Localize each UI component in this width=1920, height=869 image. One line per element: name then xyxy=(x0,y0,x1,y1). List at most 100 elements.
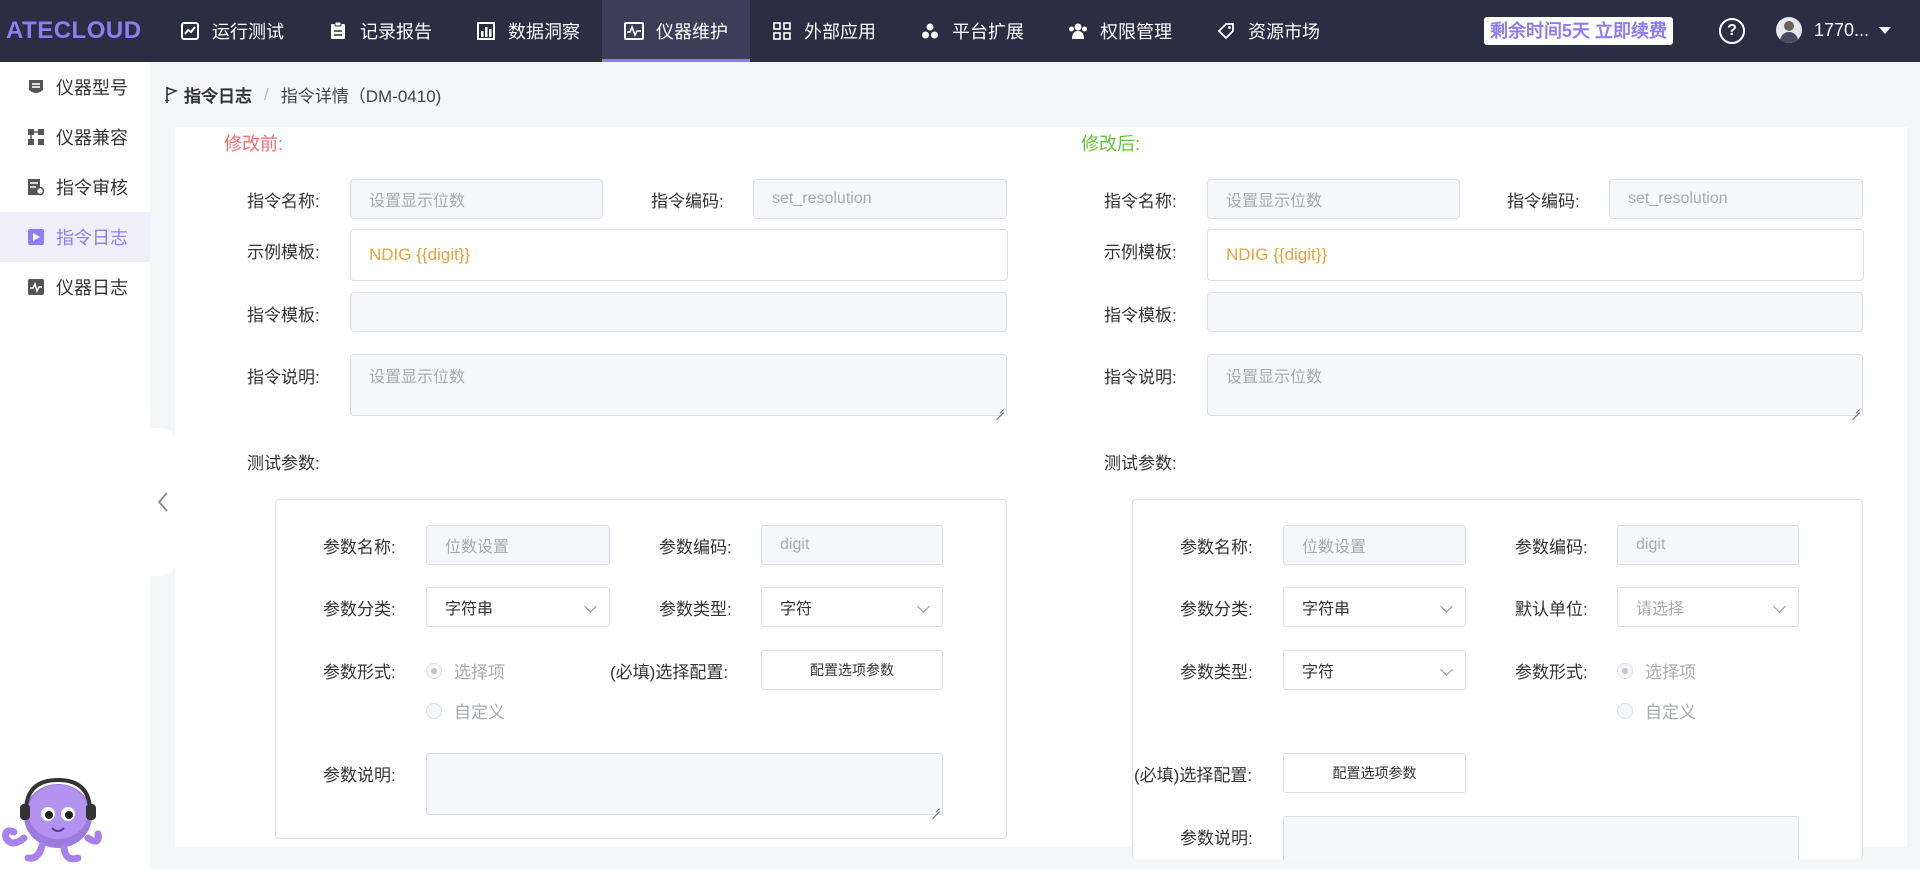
before-config-options-button[interactable]: 配置选项参数 xyxy=(761,650,943,690)
before-code-field[interactable]: set_resolution xyxy=(753,179,1007,219)
tag-icon xyxy=(1216,21,1236,41)
sidebar-item-label: 指令日志 xyxy=(56,228,128,248)
before-template-label: 指令模板: xyxy=(247,306,320,325)
after-example-field[interactable]: NDIG {{digit}} xyxy=(1207,229,1864,281)
after-param-config-label: (必填)选择配置: xyxy=(1134,766,1253,785)
before-template-field[interactable] xyxy=(350,292,1007,332)
chevron-down-icon xyxy=(1773,600,1786,613)
nav-item-platform[interactable]: 平台扩展 xyxy=(898,0,1046,62)
main-nav: 运行测试 记录报告 数据洞察 仪器维护 外部应用 平台扩展 权限管理 资源市场 xyxy=(158,0,1342,62)
after-param-type-select[interactable]: 字符 xyxy=(1283,650,1466,690)
after-param-type-label: 参数类型: xyxy=(1180,663,1253,682)
before-radio-option-select[interactable]: 选择项 xyxy=(426,658,505,683)
before-param-type-label: 参数类型: xyxy=(659,600,732,619)
before-example-field[interactable]: NDIG {{digit}} xyxy=(350,229,1008,281)
after-param-name-field[interactable]: 位数设置 xyxy=(1283,525,1466,565)
top-navbar: ATECLOUD 运行测试 记录报告 数据洞察 仪器维护 外部应用 平台扩展 权… xyxy=(0,0,1920,62)
select-value: 字符 xyxy=(780,601,813,618)
after-code-field[interactable]: set_resolution xyxy=(1609,179,1863,219)
breadcrumb-first-label: 指令日志 xyxy=(184,87,252,106)
command-diff-panel: 修改前: 指令名称: 设置显示位数 指令编码: set_resolution 示… xyxy=(175,127,1907,860)
resize-grip-icon[interactable] xyxy=(996,405,1004,413)
before-desc-text: 设置显示位数 xyxy=(369,369,466,386)
user-menu[interactable]: 1770... xyxy=(1776,17,1892,43)
nav-item-permissions[interactable]: 权限管理 xyxy=(1046,0,1194,62)
resize-grip-icon[interactable] xyxy=(932,804,940,812)
nav-item-instrument[interactable]: 仪器维护 xyxy=(602,0,750,62)
after-example-label: 示例模板: xyxy=(1104,243,1177,262)
nav-label: 外部应用 xyxy=(804,22,876,42)
renew-button[interactable]: 剩余时间5天 立即续费 xyxy=(1484,17,1674,45)
sidebar-item-command-audit[interactable]: 指令审核 xyxy=(0,162,150,212)
before-param-type-select[interactable]: 字符 xyxy=(761,587,943,627)
after-param-desc-textarea[interactable] xyxy=(1283,816,1799,860)
nav-label: 仪器维护 xyxy=(656,22,728,42)
nav-label: 数据洞察 xyxy=(508,22,580,42)
before-param-category-select[interactable]: 字符串 xyxy=(426,587,610,627)
grid-icon xyxy=(772,21,792,41)
after-test-params-label: 测试参数: xyxy=(1104,454,1177,473)
assistant-mascot[interactable] xyxy=(2,768,104,864)
before-param-desc-textarea[interactable] xyxy=(426,753,943,815)
nav-item-run-test[interactable]: 运行测试 xyxy=(158,0,306,62)
after-radio-option-select[interactable]: 选择项 xyxy=(1617,658,1696,683)
before-param-code-field[interactable]: digit xyxy=(761,525,943,565)
help-icon[interactable]: ? xyxy=(1719,18,1745,44)
before-desc-textarea[interactable]: 设置显示位数 xyxy=(350,354,1007,416)
before-param-name-label: 参数名称: xyxy=(323,538,396,557)
device-log-icon xyxy=(26,277,46,297)
after-template-field[interactable] xyxy=(1207,292,1863,332)
sidebar-item-label: 仪器日志 xyxy=(56,278,128,298)
after-name-field[interactable]: 设置显示位数 xyxy=(1207,179,1460,219)
after-param-name-label: 参数名称: xyxy=(1180,538,1253,557)
radio-unchecked-icon xyxy=(1617,702,1633,719)
resize-grip-icon[interactable] xyxy=(1852,405,1860,413)
after-param-desc-label: 参数说明: xyxy=(1180,829,1253,848)
sidebar-collapse-toggle[interactable] xyxy=(150,428,176,576)
after-param-unit-label: 默认单位: xyxy=(1515,600,1588,619)
after-desc-text: 设置显示位数 xyxy=(1226,369,1323,386)
sidebar-item-instrument-log[interactable]: 仪器日志 xyxy=(0,262,150,312)
breadcrumb: 指令日志 / 指令详情（DM-0410) xyxy=(164,82,441,107)
after-desc-textarea[interactable]: 设置显示位数 xyxy=(1207,354,1863,416)
sidebar-item-instrument-model[interactable]: 仪器型号 xyxy=(0,62,150,112)
users-icon xyxy=(1068,21,1088,41)
sidebar-item-label: 指令审核 xyxy=(56,178,128,198)
radio-label: 自定义 xyxy=(454,703,505,722)
before-param-config-label: (必填)选择配置: xyxy=(610,663,729,682)
sidebar-item-instrument-compat[interactable]: 仪器兼容 xyxy=(0,112,150,162)
app-logo[interactable]: ATECLOUD xyxy=(0,17,158,45)
before-name-field[interactable]: 设置显示位数 xyxy=(350,179,603,219)
device-icon xyxy=(26,77,46,97)
before-param-name-field[interactable]: 位数设置 xyxy=(426,525,610,565)
nav-item-market[interactable]: 资源市场 xyxy=(1194,0,1342,62)
after-param-unit-select[interactable]: 请选择 xyxy=(1617,587,1799,627)
log-icon xyxy=(26,227,46,247)
nav-item-external[interactable]: 外部应用 xyxy=(750,0,898,62)
after-param-category-select[interactable]: 字符串 xyxy=(1283,587,1466,627)
select-value: 字符串 xyxy=(1302,601,1351,618)
nav-item-insight[interactable]: 数据洞察 xyxy=(454,0,602,62)
before-radio-option-custom[interactable]: 自定义 xyxy=(426,698,505,723)
select-value: 字符 xyxy=(1302,664,1335,681)
audit-icon xyxy=(26,177,46,197)
after-param-box: 参数名称: 位数设置 参数编码: digit 参数分类: 字符串 默认单位: 请… xyxy=(1132,499,1863,860)
before-name-label: 指令名称: xyxy=(247,192,320,211)
nav-label: 权限管理 xyxy=(1100,22,1172,42)
nav-item-records[interactable]: 记录报告 xyxy=(306,0,454,62)
select-placeholder: 请选择 xyxy=(1636,601,1685,618)
after-param-code-field[interactable]: digit xyxy=(1617,525,1799,565)
after-radio-option-custom[interactable]: 自定义 xyxy=(1617,698,1696,723)
before-desc-label: 指令说明: xyxy=(247,368,320,387)
after-title: 修改后: xyxy=(1081,134,1141,154)
after-config-options-button[interactable]: 配置选项参数 xyxy=(1283,753,1466,793)
nav-label: 运行测试 xyxy=(212,22,284,42)
after-desc-label: 指令说明: xyxy=(1104,368,1177,387)
radio-label: 选择项 xyxy=(454,663,505,682)
before-param-category-label: 参数分类: xyxy=(323,600,396,619)
sidebar-item-command-log[interactable]: 指令日志 xyxy=(0,212,150,262)
before-param-desc-label: 参数说明: xyxy=(323,766,396,785)
radio-label: 自定义 xyxy=(1645,703,1696,722)
breadcrumb-link-command-log[interactable]: 指令日志 xyxy=(164,82,252,107)
nav-label: 平台扩展 xyxy=(952,22,1024,42)
